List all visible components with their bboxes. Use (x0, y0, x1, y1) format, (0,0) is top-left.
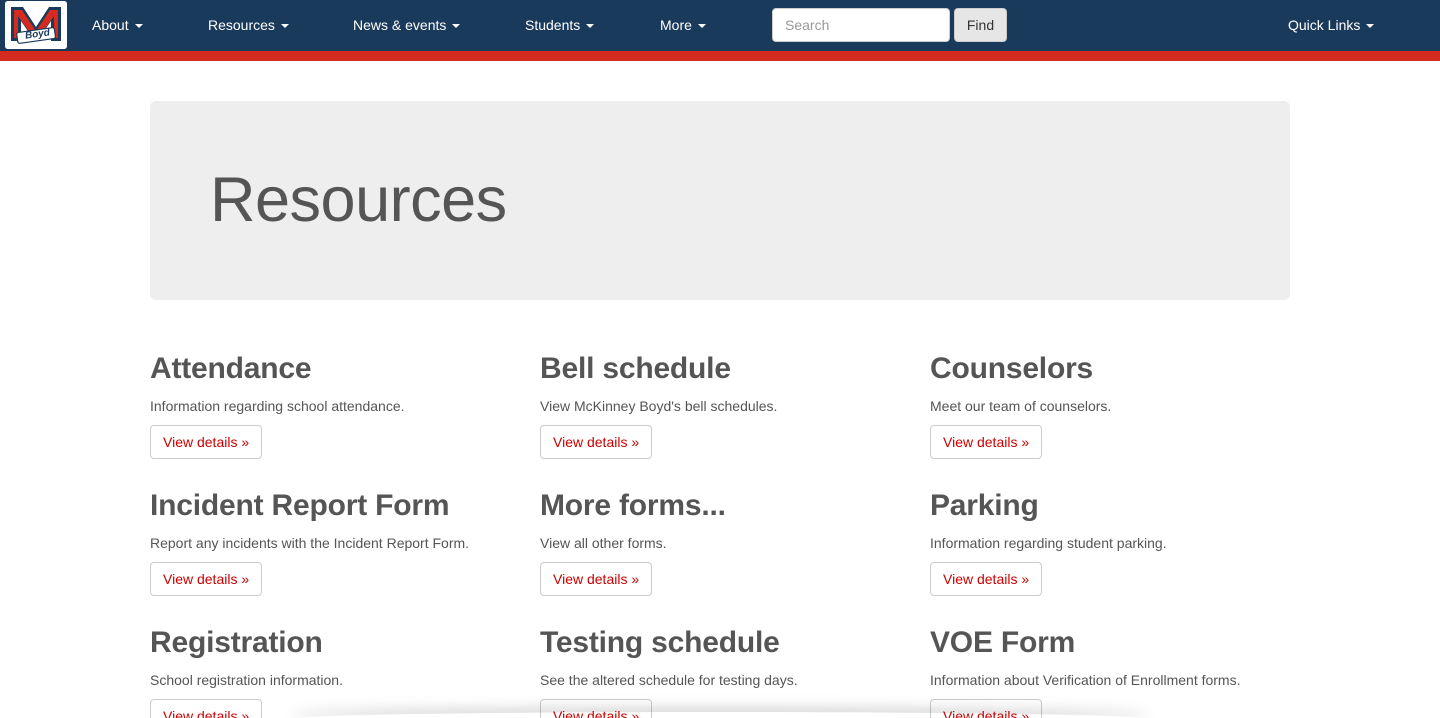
nav-students[interactable]: Students (525, 0, 595, 51)
find-button[interactable]: Find (954, 8, 1007, 42)
logo-m-icon (5, 1, 67, 49)
school-logo[interactable]: Boyd (5, 1, 67, 49)
page-title: Resources (210, 165, 507, 235)
nav-about-label: About (92, 17, 129, 33)
nav-more-label: More (660, 17, 692, 33)
view-details-button[interactable]: View details » (540, 562, 653, 596)
resource-description: Information regarding student parking. (930, 535, 1167, 551)
view-details-button[interactable]: View details » (150, 699, 263, 718)
nav-more[interactable]: More (660, 0, 706, 51)
top-navbar: Boyd About Resources News & events Stude… (0, 0, 1440, 51)
resource-registration: Registration School registration informa… (150, 626, 510, 718)
resource-parking: Parking Information regarding student pa… (930, 489, 1290, 596)
resource-title: Counselors (930, 352, 1094, 385)
view-details-button[interactable]: View details » (930, 562, 1043, 596)
caret-down-icon (1366, 24, 1375, 29)
resource-title: Parking (930, 489, 1039, 522)
caret-down-icon (452, 24, 461, 29)
resource-description: School registration information. (150, 672, 343, 688)
search-input[interactable] (772, 8, 950, 42)
nav-quick-links-label: Quick Links (1288, 17, 1361, 33)
caret-down-icon (586, 24, 595, 29)
resource-incident-report: Incident Report Form Report any incident… (150, 489, 510, 596)
navbar-red-stripe (0, 51, 1440, 61)
view-details-button[interactable]: View details » (150, 425, 263, 459)
resource-attendance: Attendance Information regarding school … (150, 352, 510, 459)
resource-description: Information regarding school attendance. (150, 398, 405, 414)
view-details-button[interactable]: View details » (150, 562, 263, 596)
view-details-button[interactable]: View details » (930, 425, 1043, 459)
caret-down-icon (280, 24, 289, 29)
resource-description: Report any incidents with the Incident R… (150, 535, 470, 551)
nav-quick-links[interactable]: Quick Links (1288, 0, 1375, 51)
resource-counselors: Counselors Meet our team of counselors. … (930, 352, 1290, 459)
nav-about[interactable]: About (92, 0, 143, 51)
resource-title: Registration (150, 626, 323, 659)
page-header-banner: Resources (150, 101, 1290, 300)
resource-title: VOE Form (930, 626, 1076, 659)
caret-down-icon (134, 24, 143, 29)
resource-testing-schedule: Testing schedule See the altered schedul… (540, 626, 900, 718)
resource-title: Bell schedule (540, 352, 731, 385)
resource-title: Incident Report Form (150, 489, 450, 522)
resource-voe-form: VOE Form Information about Verification … (930, 626, 1290, 718)
resource-more-forms: More forms... View all other forms. View… (540, 489, 900, 596)
resource-title: More forms... (540, 489, 726, 522)
nav-news-events-label: News & events (353, 17, 447, 33)
resource-description: View all other forms. (540, 535, 667, 551)
nav-students-label: Students (525, 17, 581, 33)
resource-title: Attendance (150, 352, 312, 385)
caret-down-icon (697, 24, 706, 29)
resource-description: See the altered schedule for testing day… (540, 672, 798, 688)
resource-description: Meet our team of counselors. (930, 398, 1112, 414)
resource-bell-schedule: Bell schedule View McKinney Boyd's bell … (540, 352, 900, 459)
resource-description: Information about Verification of Enroll… (930, 672, 1241, 688)
resource-title: Testing schedule (540, 626, 780, 659)
view-details-button[interactable]: View details » (540, 425, 653, 459)
nav-resources-label: Resources (208, 17, 275, 33)
nav-resources[interactable]: Resources (208, 0, 289, 51)
nav-news-events[interactable]: News & events (353, 0, 461, 51)
resource-description: View McKinney Boyd's bell schedules. (540, 398, 778, 414)
